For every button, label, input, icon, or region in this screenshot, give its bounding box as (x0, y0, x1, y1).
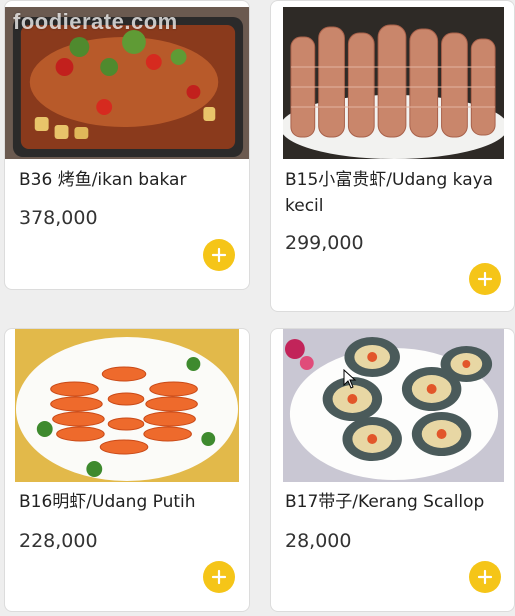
add-to-cart-button[interactable] (203, 239, 235, 271)
plus-icon (477, 271, 493, 287)
item-name: B17带子/Kerang Scallop (285, 492, 485, 512)
grilled-fish-photo[interactable]: foodierate.com (5, 7, 249, 159)
add-to-cart-button[interactable] (469, 561, 501, 593)
item-price: 228,000 (19, 530, 98, 552)
item-name: B36 烤鱼/ikan bakar (19, 170, 187, 190)
item-price: 378,000 (19, 207, 98, 229)
mantis-shrimp-photo[interactable] (283, 7, 504, 159)
watermark-text: foodierate.com (13, 9, 178, 34)
add-to-cart-button[interactable] (469, 263, 501, 295)
item-name: B16明虾/Udang Putih (19, 492, 196, 512)
plus-icon (211, 569, 227, 585)
steamed-scallops-photo[interactable] (283, 329, 504, 482)
item-price: 299,000 (285, 232, 364, 254)
item-price: 28,000 (285, 530, 352, 552)
menu-item-card[interactable]: foodierate.com B36 烤鱼/ikan bakar 378,000 (4, 0, 250, 290)
boiled-prawns-photo[interactable] (15, 329, 239, 482)
item-name: B15小富贵虾/Udang kaya kecil (285, 170, 494, 216)
add-to-cart-button[interactable] (203, 561, 235, 593)
menu-item-card[interactable]: B15小富贵虾/Udang kaya kecil 299,000 (270, 0, 515, 312)
plus-icon (211, 247, 227, 263)
menu-item-card[interactable]: B17带子/Kerang Scallop 28,000 (270, 328, 515, 612)
plus-icon (477, 569, 493, 585)
menu-item-card[interactable]: B16明虾/Udang Putih 228,000 (4, 328, 250, 612)
